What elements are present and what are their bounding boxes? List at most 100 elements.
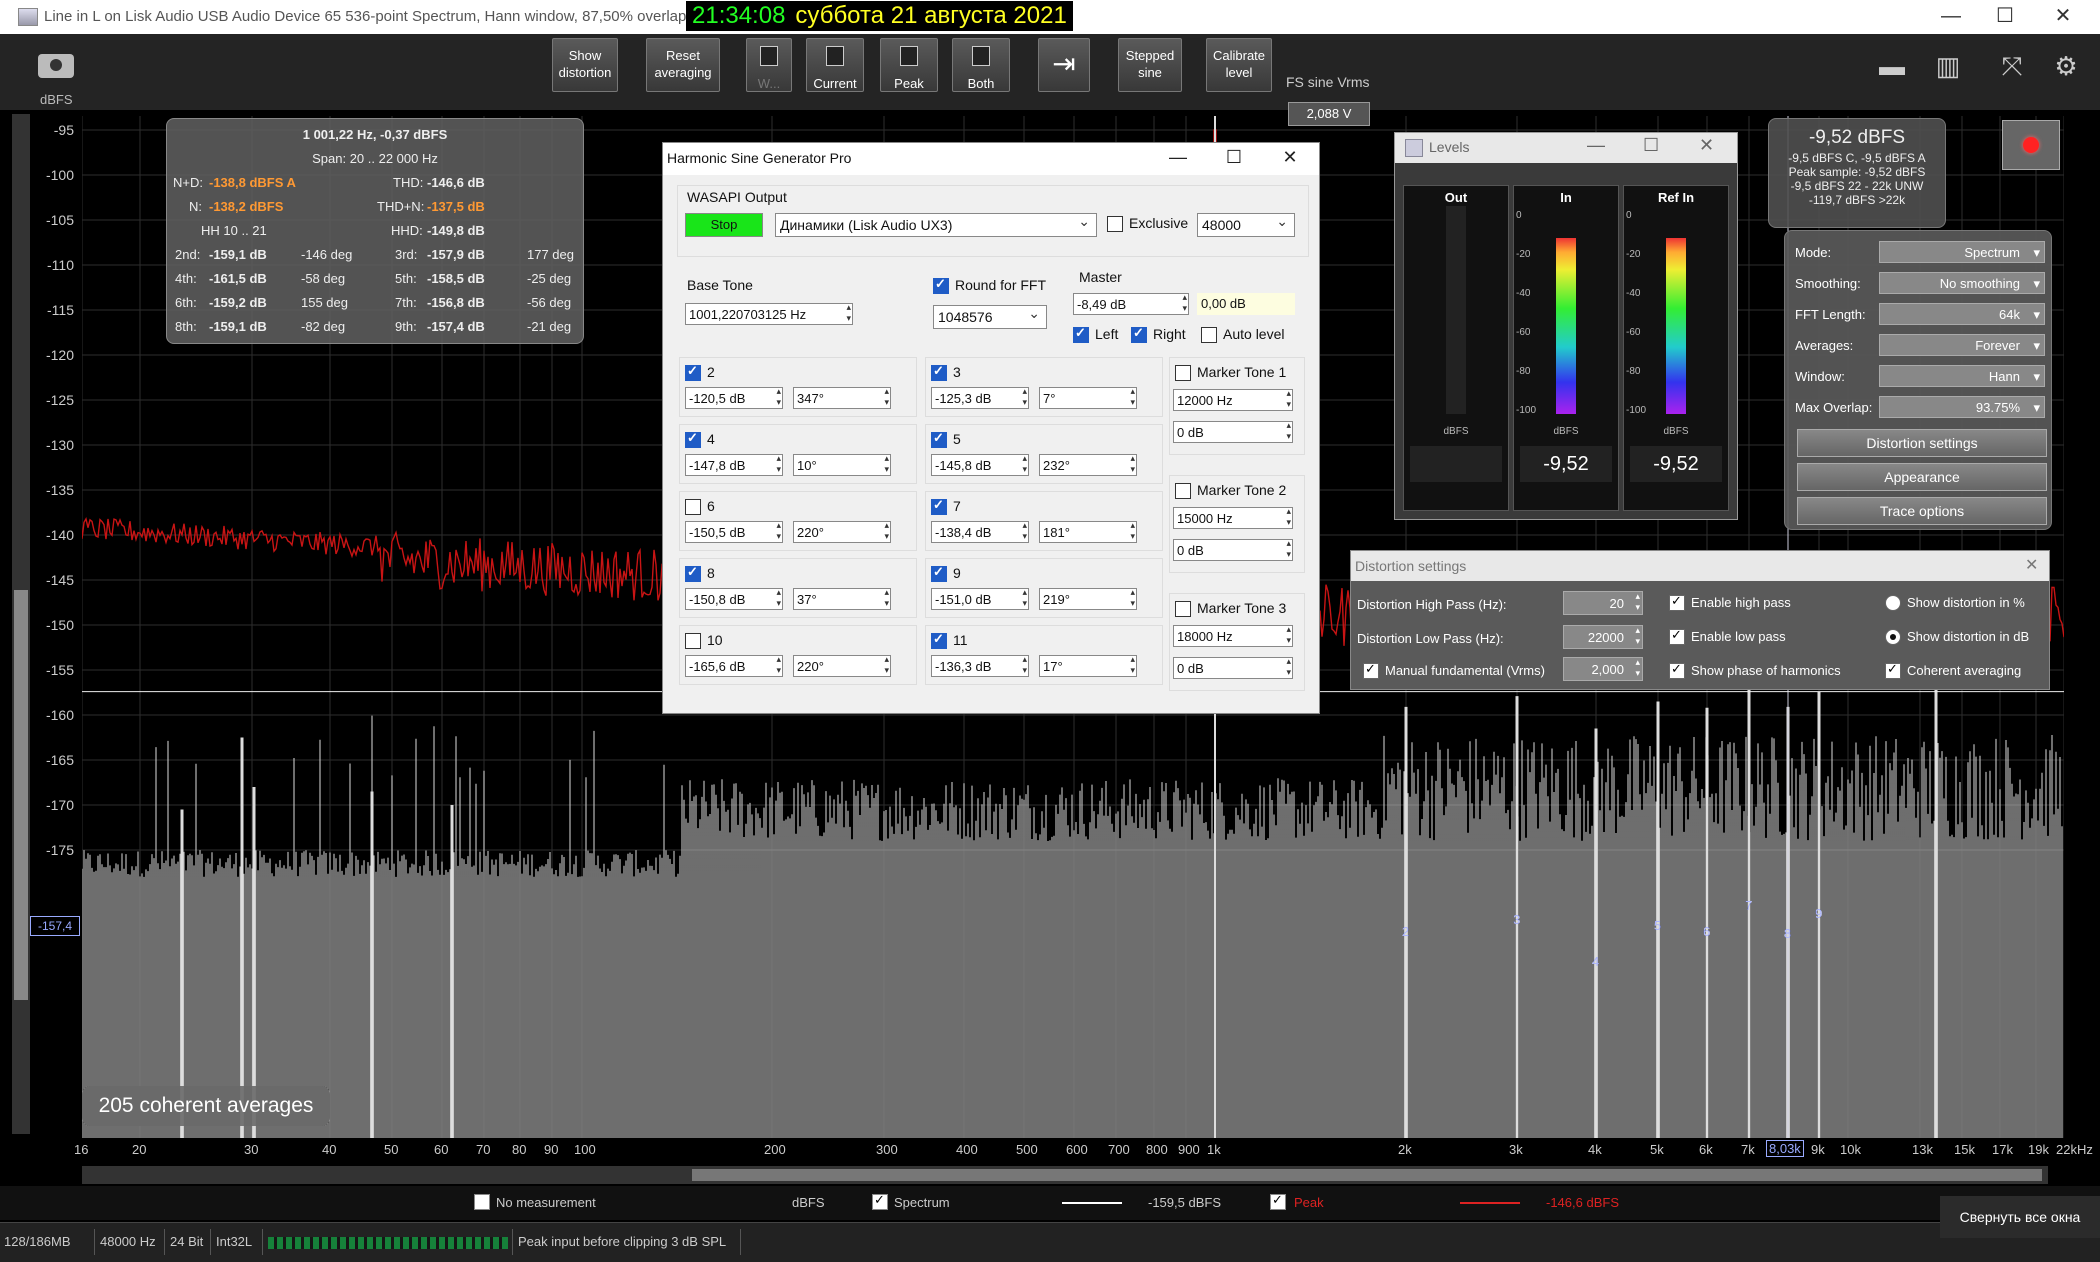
- harmonic-db-input[interactable]: -150,8 dB: [685, 587, 783, 610]
- coherent-averaging-checkbox[interactable]: [1885, 661, 1901, 679]
- harmonic-db-input[interactable]: -145,8 dB: [931, 453, 1029, 476]
- x-cursor-label[interactable]: 8,03k: [1766, 1140, 1804, 1157]
- overlap-select[interactable]: 93.75%: [1879, 396, 2045, 419]
- enable-low-pass-checkbox[interactable]: [1669, 627, 1685, 645]
- harmonic-db-input[interactable]: -151,0 dB: [931, 587, 1029, 610]
- marker-level-input[interactable]: 0 dB: [1173, 538, 1293, 561]
- fft-size-select[interactable]: 1048576: [933, 302, 1047, 329]
- mode-select[interactable]: Spectrum: [1879, 241, 2045, 264]
- base-tone-input[interactable]: 1001,220703125 Hz: [685, 302, 853, 325]
- low-pass-input[interactable]: 22000: [1563, 625, 1643, 649]
- show-phase-checkbox[interactable]: [1669, 661, 1685, 679]
- right-checkbox[interactable]: [1131, 325, 1147, 343]
- harmonic-phase-input[interactable]: 232°: [1039, 453, 1137, 476]
- marker-level-input[interactable]: 0 dB: [1173, 420, 1293, 443]
- calibrate-level-button[interactable]: Calibrate level: [1206, 38, 1272, 92]
- close-button[interactable]: ✕: [2034, 0, 2092, 34]
- manual-fundamental-checkbox[interactable]: [1363, 661, 1379, 679]
- fft-length-select[interactable]: 64k: [1879, 303, 2045, 326]
- harmonic-db-input[interactable]: -147,8 dB: [685, 453, 783, 476]
- marker-frequency-input[interactable]: 15000 Hz: [1173, 506, 1293, 529]
- peak-button[interactable]: Peak: [880, 38, 938, 92]
- harmonic-10-checkbox[interactable]: [685, 633, 701, 649]
- camera-icon[interactable]: [38, 54, 74, 78]
- marker-tone-checkbox[interactable]: [1175, 365, 1191, 381]
- marker-tone-checkbox[interactable]: [1175, 601, 1191, 617]
- manual-fundamental-input[interactable]: 2,000: [1563, 657, 1643, 681]
- enable-high-pass-checkbox[interactable]: [1669, 593, 1685, 611]
- harmonic-db-input[interactable]: -136,3 dB: [931, 654, 1029, 677]
- harmonic-phase-input[interactable]: 10°: [793, 453, 891, 476]
- vertical-scrollbar[interactable]: [12, 114, 30, 1134]
- generator-close-button[interactable]: ✕: [1275, 147, 1305, 168]
- distortion-close-button[interactable]: ✕: [2025, 555, 2038, 575]
- spectrum-checkbox[interactable]: [872, 1192, 888, 1210]
- rate-select[interactable]: 48000: [1197, 210, 1295, 237]
- fullscreen-icon[interactable]: ⤧: [1990, 48, 2034, 84]
- marker-frequency-input[interactable]: 18000 Hz: [1173, 624, 1293, 647]
- left-checkbox[interactable]: [1073, 325, 1089, 343]
- window-layout-icon[interactable]: ▬: [1870, 48, 1914, 84]
- marker-level-input[interactable]: 0 dB: [1173, 656, 1293, 679]
- harmonic-phase-input[interactable]: 220°: [793, 520, 891, 543]
- trace-options-button[interactable]: Trace options: [1797, 497, 2047, 525]
- marker-frequency-input[interactable]: 12000 Hz: [1173, 388, 1293, 411]
- current-button[interactable]: Current: [806, 38, 864, 92]
- harmonic-phase-input[interactable]: 37°: [793, 587, 891, 610]
- levels-close-button[interactable]: ✕: [1699, 135, 1714, 156]
- harmonic-6-checkbox[interactable]: [685, 499, 701, 515]
- harmonic-11-checkbox[interactable]: [931, 631, 947, 649]
- harmonic-phase-input[interactable]: 7°: [1039, 386, 1137, 409]
- both-button[interactable]: Both: [952, 38, 1010, 92]
- harmonic-phase-input[interactable]: 17°: [1039, 654, 1137, 677]
- generator-maximize-button[interactable]: ☐: [1219, 147, 1249, 168]
- round-fft-checkbox[interactable]: [933, 276, 949, 294]
- harmonic-db-input[interactable]: -150,5 dB: [685, 520, 783, 543]
- master-db-input[interactable]: -8,49 dB: [1073, 292, 1189, 315]
- window-select[interactable]: Hann: [1879, 365, 2045, 388]
- harmonic-8-checkbox[interactable]: [685, 564, 701, 582]
- levels-minimize-button[interactable]: —: [1587, 135, 1605, 156]
- no-measurement-checkbox[interactable]: [474, 1194, 490, 1210]
- harmonic-5-checkbox[interactable]: [931, 430, 947, 448]
- harmonic-3-checkbox[interactable]: [931, 363, 947, 381]
- averages-select[interactable]: Forever: [1879, 334, 2045, 357]
- maximize-button[interactable]: ☐: [1976, 0, 2034, 34]
- generator-minimize-button[interactable]: —: [1163, 147, 1193, 168]
- reset-averaging-button[interactable]: Reset averaging: [646, 38, 720, 92]
- peak-checkbox[interactable]: [1270, 1192, 1286, 1210]
- minimize-button[interactable]: —: [1922, 0, 1980, 34]
- device-select[interactable]: Динамики (Lisk Audio UX3): [775, 210, 1097, 237]
- appearance-button[interactable]: Appearance: [1797, 463, 2047, 491]
- harmonic-phase-input[interactable]: 219°: [1039, 587, 1137, 610]
- harmonic-phase-input[interactable]: 220°: [793, 654, 891, 677]
- harmonic-db-input[interactable]: -120,5 dB: [685, 386, 783, 409]
- harmonic-4-checkbox[interactable]: [685, 430, 701, 448]
- harmonic-2-checkbox[interactable]: [685, 363, 701, 381]
- vertical-scroll-thumb[interactable]: [14, 590, 28, 1000]
- distortion-settings-button[interactable]: Distortion settings: [1797, 429, 2047, 457]
- harmonic-db-input[interactable]: -138,4 dB: [931, 520, 1029, 543]
- high-pass-input[interactable]: 20: [1563, 591, 1643, 615]
- horizontal-scroll-thumb[interactable]: [692, 1169, 2042, 1181]
- harmonic-9-checkbox[interactable]: [931, 564, 947, 582]
- harmonic-db-input[interactable]: -125,3 dB: [931, 386, 1029, 409]
- show-distortion-button[interactable]: Show distortion: [552, 38, 618, 92]
- horizontal-cursor-label[interactable]: -157,4: [30, 916, 80, 936]
- harmonic-phase-input[interactable]: 181°: [1039, 520, 1137, 543]
- grid-layout-icon[interactable]: ▥: [1926, 48, 1970, 84]
- marker-tone-checkbox[interactable]: [1175, 483, 1191, 499]
- distortion-db-radio[interactable]: [1885, 629, 1901, 645]
- harmonic-db-input[interactable]: -165,6 dB: [685, 654, 783, 677]
- smoothing-select[interactable]: No smoothing: [1879, 272, 2045, 295]
- levels-maximize-button[interactable]: ☐: [1643, 135, 1659, 156]
- exclusive-checkbox[interactable]: [1107, 216, 1123, 232]
- import-button[interactable]: ⇥: [1038, 38, 1090, 92]
- record-button[interactable]: [2002, 120, 2060, 170]
- distortion-percent-radio[interactable]: [1885, 595, 1901, 611]
- harmonic-phase-input[interactable]: 347°: [793, 386, 891, 409]
- stepped-sine-button[interactable]: Stepped sine: [1118, 38, 1182, 92]
- w-button[interactable]: W...: [746, 38, 792, 92]
- auto-level-checkbox[interactable]: [1201, 327, 1217, 343]
- stop-button[interactable]: Stop: [685, 213, 763, 237]
